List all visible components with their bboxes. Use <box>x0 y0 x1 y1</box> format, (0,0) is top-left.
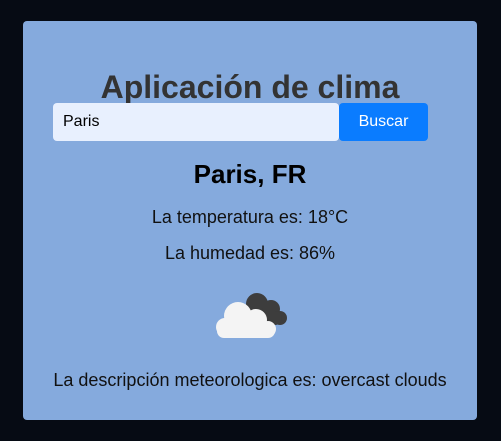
city-search-input[interactable] <box>53 103 339 141</box>
cloud-icon-graphic <box>216 293 287 338</box>
search-button[interactable]: Buscar <box>339 103 428 141</box>
page-title: Aplicación de clima <box>100 69 400 105</box>
weather-card: Aplicación de clima Buscar Paris, FR La … <box>23 21 477 420</box>
city-name: Paris, FR <box>193 159 307 189</box>
temperature-text: La temperatura es: 18°C <box>151 207 349 227</box>
humidity-text: La humedad es: 86% <box>164 243 336 263</box>
weather-description: La descripción meteorologica es: overcas… <box>53 370 447 390</box>
overcast-clouds-icon <box>212 289 288 341</box>
